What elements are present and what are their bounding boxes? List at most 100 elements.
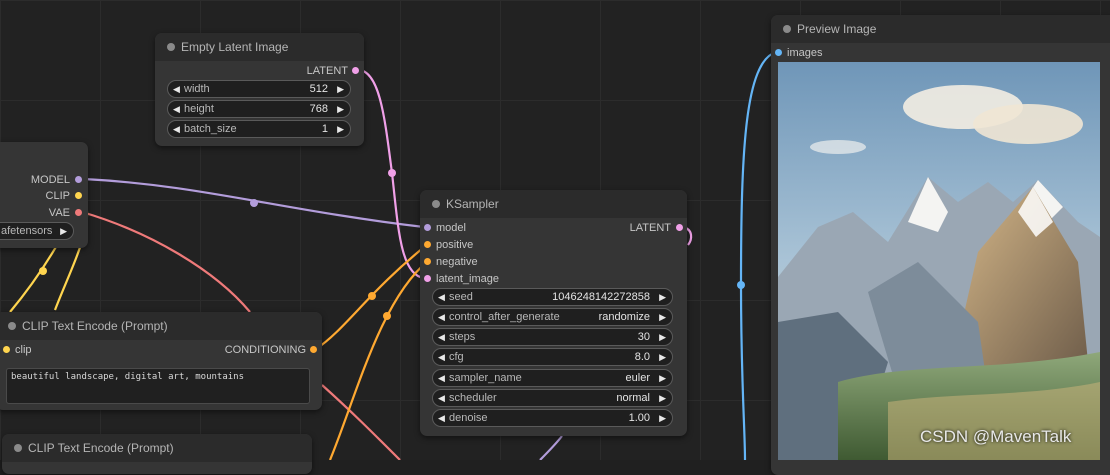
images-input-pin[interactable] [775,49,782,56]
next-option-arrow-icon[interactable]: ▶ [659,370,666,386]
collapse-dot-icon[interactable] [167,43,175,51]
ksampler-title: KSampler [446,197,499,211]
collapse-dot-icon[interactable] [783,25,791,33]
batch-size-widget[interactable]: ◀ batch_size 1 ▶ [167,120,351,138]
negative-link-midpoint[interactable] [383,312,391,320]
decrement-arrow-icon[interactable]: ◀ [438,289,445,305]
height-value: 768 [309,103,328,115]
ckpt-right-arrow-icon[interactable]: ▶ [60,223,67,239]
seed-widget[interactable]: ◀ seed 1046248142272858 ▶ [432,288,673,306]
collapse-dot-icon[interactable] [14,444,22,452]
decrement-arrow-icon[interactable]: ◀ [173,81,180,97]
decrement-arrow-icon[interactable]: ◀ [173,121,180,137]
collapse-dot-icon[interactable] [432,200,440,208]
height-widget[interactable]: ◀ height 768 ▶ [167,100,351,118]
clip-encode-title-bar[interactable]: CLIP Text Encode (Prompt) [2,434,312,462]
latent-output-pin[interactable] [676,224,683,231]
decrement-arrow-icon[interactable]: ◀ [438,410,445,426]
denoise-value: 1.00 [628,412,650,424]
preview-title: Preview Image [797,22,877,36]
steps-value: 30 [637,331,650,343]
conditioning-output-label: CONDITIONING [224,344,306,356]
prompt-textarea[interactable]: beautiful landscape, digital art, mounta… [6,368,310,404]
ksampler-title-bar[interactable]: KSampler [420,190,687,218]
latent-image-input-pin[interactable] [424,275,431,282]
previous-option-arrow-icon[interactable]: ◀ [438,309,445,325]
collapse-dot-icon[interactable] [8,322,16,330]
model-input-label: model [436,222,466,234]
clip-link-2[interactable] [9,239,61,313]
vae-output-pin[interactable] [75,209,82,216]
increment-arrow-icon[interactable]: ▶ [659,289,666,305]
ksampler-bottom-link[interactable] [539,435,563,460]
cfg-label: cfg [449,351,464,363]
denoise-widget[interactable]: ◀ denoise 1.00 ▶ [432,409,673,427]
next-option-arrow-icon[interactable]: ▶ [659,309,666,325]
sampler-name-label: sampler_name [449,372,522,384]
model-input-pin[interactable] [424,224,431,231]
increment-arrow-icon[interactable]: ▶ [659,349,666,365]
control-after-generate-widget[interactable]: ◀ control_after_generate randomize ▶ [432,308,673,326]
decrement-arrow-icon[interactable]: ◀ [438,329,445,345]
cfg-value: 8.0 [634,351,650,363]
height-label: height [184,103,214,115]
negative-input-pin[interactable] [424,258,431,265]
denoise-label: denoise [449,412,488,424]
steps-label: steps [449,331,476,343]
model-link-midpoint[interactable] [250,199,258,207]
clip-encode-title: CLIP Text Encode (Prompt) [22,319,168,333]
model-output-label: MODEL [30,174,70,186]
latent-output-label: LATENT [306,65,348,77]
decrement-arrow-icon[interactable]: ◀ [438,349,445,365]
previous-option-arrow-icon[interactable]: ◀ [438,370,445,386]
vae-output-label: VAE [48,207,70,219]
clip-text-encode-positive-node[interactable]: CLIP Text Encode (Prompt) clip CONDITION… [0,312,322,410]
width-value: 512 [309,83,328,95]
preview-title-bar[interactable]: Preview Image [771,15,1110,43]
batch-size-value: 1 [321,123,328,135]
conditioning-output-pin[interactable] [310,346,317,353]
negative-link[interactable] [328,260,429,460]
control-after-generate-value: randomize [598,311,650,323]
positive-input-label: positive [436,239,474,251]
next-option-arrow-icon[interactable]: ▶ [659,390,666,406]
increment-arrow-icon[interactable]: ▶ [659,410,666,426]
positive-link-midpoint[interactable] [368,292,376,300]
latent-output-pin[interactable] [352,67,359,74]
empty-latent-title-bar[interactable]: Empty Latent Image [155,33,364,61]
clip-encode-title-bar[interactable]: CLIP Text Encode (Prompt) [0,312,322,340]
steps-widget[interactable]: ◀ steps 30 ▶ [432,328,673,346]
empty-latent-image-node[interactable]: Empty Latent Image LATENT ◀ width 512 ▶ … [155,33,364,146]
latent-link-midpoint[interactable] [388,169,396,177]
cfg-widget[interactable]: ◀ cfg 8.0 ▶ [432,348,673,366]
vae-link[interactable] [81,210,251,313]
images-input-label: images [787,47,823,59]
clip-input-label: clip [15,344,32,356]
ckpt-name-widget[interactable]: afetensors ▶ [0,222,74,240]
seed-label: seed [449,291,473,303]
decrement-arrow-icon[interactable]: ◀ [173,101,180,117]
negative-input-label: negative [436,256,478,268]
scheduler-label: scheduler [449,392,497,404]
increment-arrow-icon[interactable]: ▶ [337,101,344,117]
model-output-pin[interactable] [75,176,82,183]
positive-input-pin[interactable] [424,241,431,248]
control-after-generate-label: control_after_generate [449,311,560,323]
images-link-midpoint[interactable] [737,281,745,289]
previous-option-arrow-icon[interactable]: ◀ [438,390,445,406]
clip-text-encode-negative-node[interactable]: CLIP Text Encode (Prompt) [2,434,312,474]
increment-arrow-icon[interactable]: ▶ [337,81,344,97]
sampler-name-widget[interactable]: ◀ sampler_name euler ▶ [432,369,673,387]
clip-input-pin[interactable] [3,346,10,353]
empty-latent-title: Empty Latent Image [181,40,289,54]
increment-arrow-icon[interactable]: ▶ [659,329,666,345]
increment-arrow-icon[interactable]: ▶ [337,121,344,137]
scheduler-widget[interactable]: ◀ scheduler normal ▶ [432,389,673,407]
clip-output-pin[interactable] [75,192,82,199]
seed-value: 1046248142272858 [552,291,650,303]
load-checkpoint-node[interactable]: MODEL CLIP VAE afetensors ▶ [0,142,88,248]
clip-link-midpoint[interactable] [39,267,47,275]
clip-encode-title: CLIP Text Encode (Prompt) [28,441,174,455]
width-widget[interactable]: ◀ width 512 ▶ [167,80,351,98]
ksampler-node[interactable]: KSampler model positive negative latent_… [420,190,687,436]
